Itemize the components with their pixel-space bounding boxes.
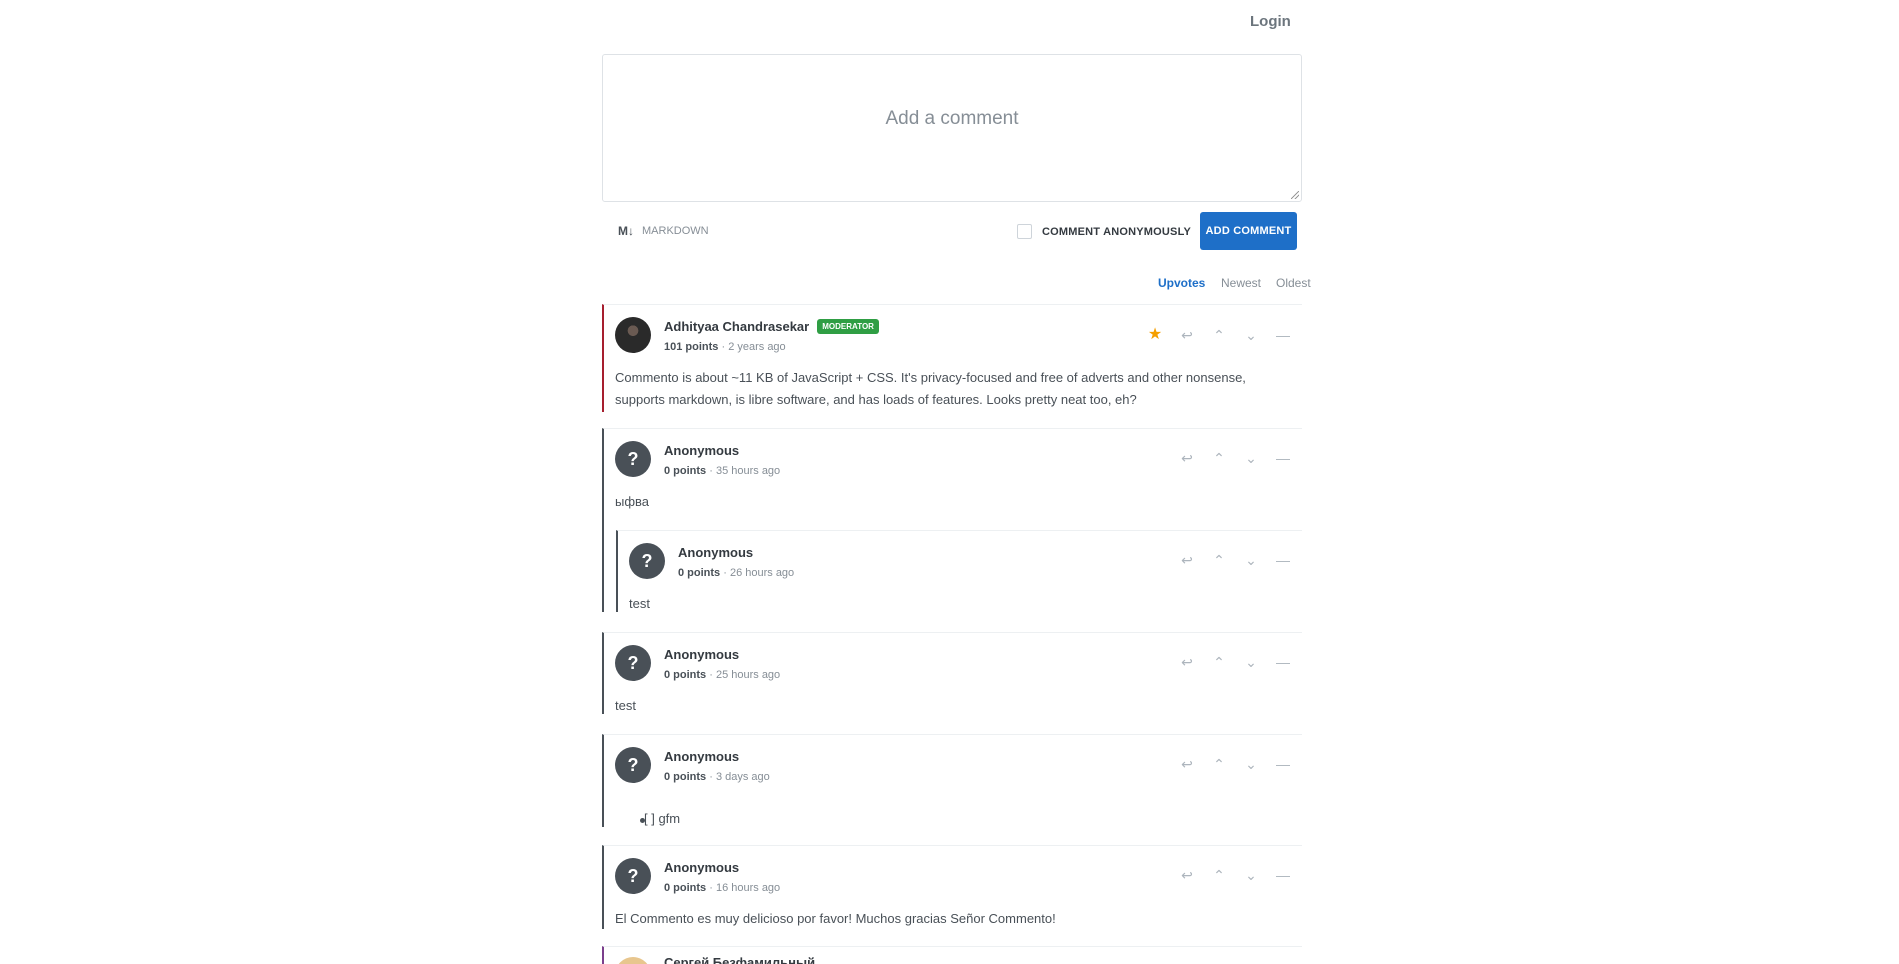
collapse-icon[interactable]: — — [1274, 451, 1292, 465]
chevron-up-icon[interactable]: ⌃ — [1210, 757, 1228, 771]
chevron-up-icon[interactable]: ⌃ — [1210, 328, 1228, 342]
comment-time: 16 hours ago — [715, 882, 781, 894]
login-link[interactable]: Login — [1250, 13, 1291, 30]
sort-upvotes[interactable]: Upvotes — [1158, 276, 1205, 290]
comment-author: Сергей Безфамильный — [664, 955, 816, 964]
resize-handle[interactable] — [1291, 191, 1299, 199]
anonymous-label: COMMENT ANONYMOUSLY — [1042, 225, 1192, 238]
comment-body: test — [629, 596, 650, 611]
collapse-icon[interactable]: — — [1274, 655, 1292, 669]
comment-author: Anonymous — [664, 749, 740, 764]
anonymous-toggle[interactable]: COMMENT ANONYMOUSLY — [1017, 224, 1191, 239]
comment-card: ? Anonymous 0 points · 3 days ago ↩ ⌃ ⌄ … — [602, 734, 1302, 827]
chevron-up-icon[interactable]: ⌃ — [1210, 451, 1228, 465]
reply-icon[interactable]: ↩ — [1178, 868, 1196, 882]
avatar: ? — [615, 645, 651, 681]
avatar: ? — [615, 858, 651, 894]
reply-icon[interactable]: ↩ — [1178, 451, 1196, 465]
comment-time: 3 days ago — [715, 771, 770, 783]
comment-time: 35 hours ago — [715, 465, 781, 477]
comment-meta: 0 points · 26 hours ago — [678, 567, 795, 579]
comment-actions: ↩ ⌃ ⌄ — — [1178, 868, 1292, 882]
comments-widget: Login Add a comment M↓ MARKDOWN COMMENT … — [0, 0, 1899, 964]
chevron-up-icon[interactable]: ⌃ — [1210, 553, 1228, 567]
comment-points: 0 points — [678, 567, 721, 579]
collapse-icon[interactable]: — — [1274, 868, 1292, 882]
comment-editor[interactable]: Add a comment — [602, 54, 1302, 202]
comment-card: ? Anonymous 0 points · 16 hours ago ↩ ⌃ … — [602, 845, 1302, 929]
sort-newest[interactable]: Newest — [1221, 276, 1261, 290]
reply-icon[interactable]: ↩ — [1178, 757, 1196, 771]
star-icon[interactable]: ★ — [1146, 327, 1164, 343]
comment-time: 2 years ago — [728, 341, 786, 353]
comment-points: 0 points — [664, 882, 707, 894]
comment-time: 26 hours ago — [729, 567, 795, 579]
avatar: ? — [615, 747, 651, 783]
comment-actions: ↩ ⌃ ⌄ — — [1178, 757, 1292, 771]
comment-meta: 0 points · 3 days ago — [664, 771, 770, 783]
chevron-down-icon[interactable]: ⌄ — [1242, 328, 1260, 342]
comment-time: 25 hours ago — [715, 669, 781, 681]
markdown-help[interactable]: M↓ MARKDOWN — [618, 224, 709, 238]
reply-card: ? Anonymous 0 points · 26 hours ago ↩ ⌃ … — [616, 530, 1302, 612]
comment-author: Anonymous — [664, 443, 740, 458]
collapse-icon[interactable]: — — [1274, 328, 1292, 342]
chevron-up-icon[interactable]: ⌃ — [1210, 868, 1228, 882]
avatar: ? — [629, 543, 665, 579]
comment-points: 0 points — [664, 771, 707, 783]
avatar — [615, 317, 651, 353]
comment-meta: 101 points · 2 years ago — [664, 341, 786, 353]
comment-body: [ ] gfm — [644, 811, 681, 826]
avatar: ? — [615, 441, 651, 477]
chevron-down-icon[interactable]: ⌄ — [1242, 655, 1260, 669]
comment-body: El Commento es muy delicioso por favor! … — [615, 911, 1056, 926]
author-name: Adhityaa Chandrasekar — [664, 319, 810, 334]
moderator-badge: MODERATOR — [817, 319, 879, 334]
chevron-down-icon[interactable]: ⌄ — [1242, 757, 1260, 771]
comment-points: 101 points — [664, 341, 719, 353]
comment-author: Adhityaa Chandrasekar MODERATOR — [664, 319, 879, 334]
chevron-down-icon[interactable]: ⌄ — [1242, 451, 1260, 465]
comment-meta: 0 points · 25 hours ago — [664, 669, 781, 681]
avatar: ◕◕ — [615, 957, 651, 964]
markdown-label: MARKDOWN — [642, 225, 709, 237]
add-comment-button[interactable]: ADD COMMENT — [1200, 212, 1297, 250]
comment-textarea[interactable] — [603, 55, 1301, 201]
comment-actions: ↩ ⌃ ⌄ — — [1178, 553, 1292, 567]
collapse-icon[interactable]: — — [1274, 553, 1292, 567]
comment-meta: 0 points · 16 hours ago — [664, 882, 781, 894]
chevron-down-icon[interactable]: ⌄ — [1242, 553, 1260, 567]
reply-icon[interactable]: ↩ — [1178, 553, 1196, 567]
chevron-down-icon[interactable]: ⌄ — [1242, 868, 1260, 882]
comment-body: Commento is about ~11 KB of JavaScript +… — [615, 370, 1246, 407]
collapse-icon[interactable]: — — [1274, 757, 1292, 771]
comment-points: 0 points — [664, 465, 707, 477]
reply-icon[interactable]: ↩ — [1178, 655, 1196, 669]
comment-author: Anonymous — [664, 647, 740, 662]
comment-author: Anonymous — [678, 545, 754, 560]
chevron-up-icon[interactable]: ⌃ — [1210, 655, 1228, 669]
reply-icon[interactable]: ↩ — [1178, 328, 1196, 342]
comment-card: Adhityaa Chandrasekar MODERATOR 101 point… — [602, 304, 1302, 412]
comment-body: test — [615, 698, 636, 713]
markdown-icon: M↓ — [618, 224, 634, 238]
comment-card: ? Anonymous 0 points · 25 hours ago ↩ ⌃ … — [602, 632, 1302, 714]
comment-card: ◕◕ Сергей Безфамильный ↩ ⌃ ⌄ — — [602, 946, 1302, 964]
anonymous-checkbox[interactable] — [1017, 224, 1032, 239]
sort-oldest[interactable]: Oldest — [1276, 276, 1311, 290]
comment-actions: ↩ ⌃ ⌄ — — [1178, 655, 1292, 669]
comment-actions: ★ ↩ ⌃ ⌄ — — [1146, 327, 1292, 343]
comment-body: ыфва — [615, 494, 650, 509]
comment-points: 0 points — [664, 669, 707, 681]
comment-actions: ↩ ⌃ ⌄ — — [1178, 451, 1292, 465]
comment-author: Anonymous — [664, 860, 740, 875]
comment-meta: 0 points · 35 hours ago — [664, 465, 781, 477]
